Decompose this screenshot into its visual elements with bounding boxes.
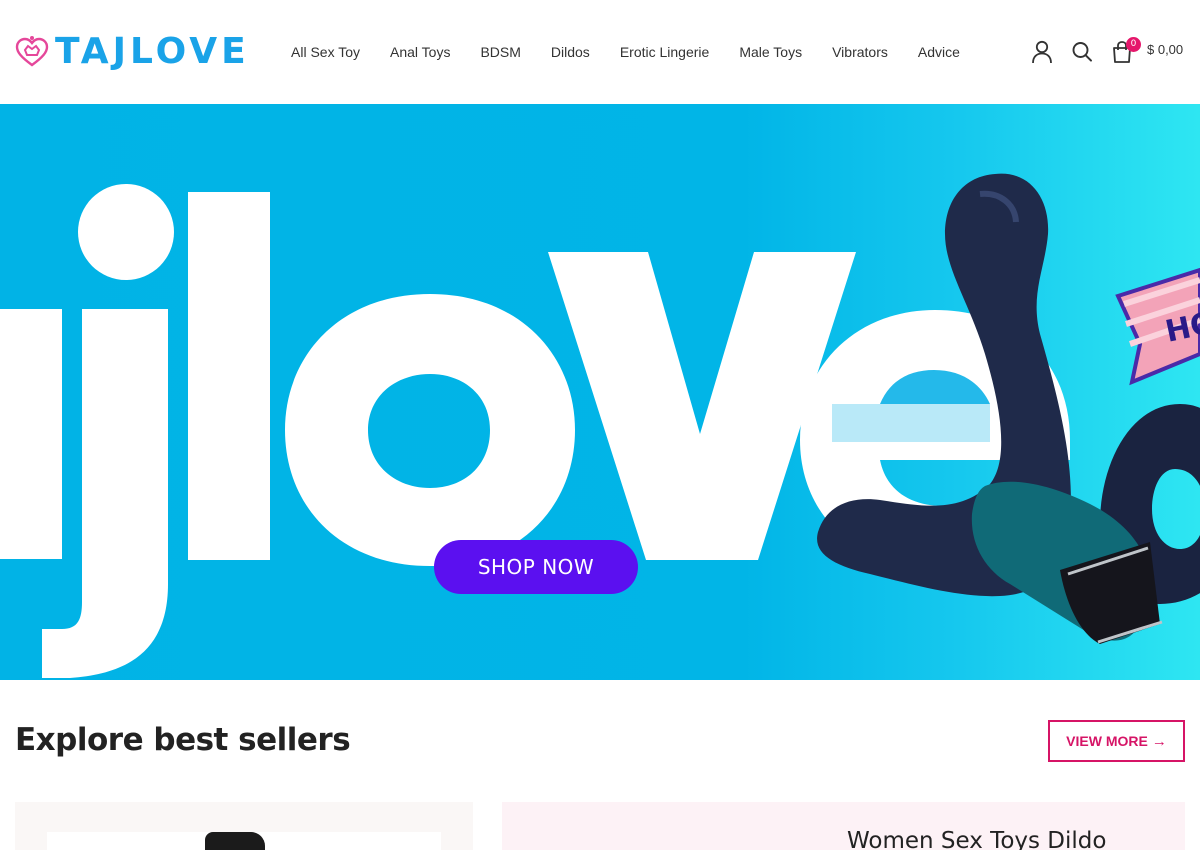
site-header: TAJLOVE All Sex Toy Anal Toys BDSM Dildo…	[0, 0, 1200, 104]
main-nav: All Sex Toy Anal Toys BDSM Dildos Erotic…	[291, 40, 960, 64]
view-more-label: VIEW MORE	[1066, 733, 1148, 749]
section-title: Explore best sellers	[15, 722, 351, 758]
nav-item-male-toys[interactable]: Male Toys	[739, 40, 802, 64]
cart-count-badge: 0	[1126, 37, 1141, 52]
nav-item-erotic-lingerie[interactable]: Erotic Lingerie	[620, 40, 710, 64]
nav-item-bdsm[interactable]: BDSM	[480, 40, 520, 64]
hero-banner[interactable]: HO SHOP NOW	[0, 104, 1200, 680]
nav-item-advice[interactable]: Advice	[918, 40, 960, 64]
cart-total[interactable]: $ 0,00	[1147, 42, 1183, 57]
hero-ribbon: HO	[1115, 267, 1200, 386]
view-more-button[interactable]: VIEW MORE →	[1048, 720, 1185, 762]
heart-crown-icon	[15, 36, 49, 67]
nav-item-all-sex-toy[interactable]: All Sex Toy	[291, 40, 360, 64]
nav-item-vibrators[interactable]: Vibrators	[832, 40, 888, 64]
arrow-right-icon: →	[1151, 732, 1167, 750]
product-figure	[205, 832, 265, 850]
category-banner[interactable]: Women Sex Toys Dildo	[502, 802, 1185, 850]
brand-name: TAJLOVE	[55, 31, 250, 72]
shop-now-button[interactable]: SHOP NOW	[434, 540, 638, 594]
product-card[interactable]	[15, 802, 473, 850]
user-icon[interactable]	[1031, 40, 1053, 64]
category-banner-title: Women Sex Toys Dildo	[847, 828, 1107, 850]
logo[interactable]: TAJLOVE	[15, 32, 250, 72]
nav-item-dildos[interactable]: Dildos	[551, 40, 590, 64]
nav-item-anal-toys[interactable]: Anal Toys	[390, 40, 450, 64]
search-icon[interactable]	[1071, 40, 1093, 64]
